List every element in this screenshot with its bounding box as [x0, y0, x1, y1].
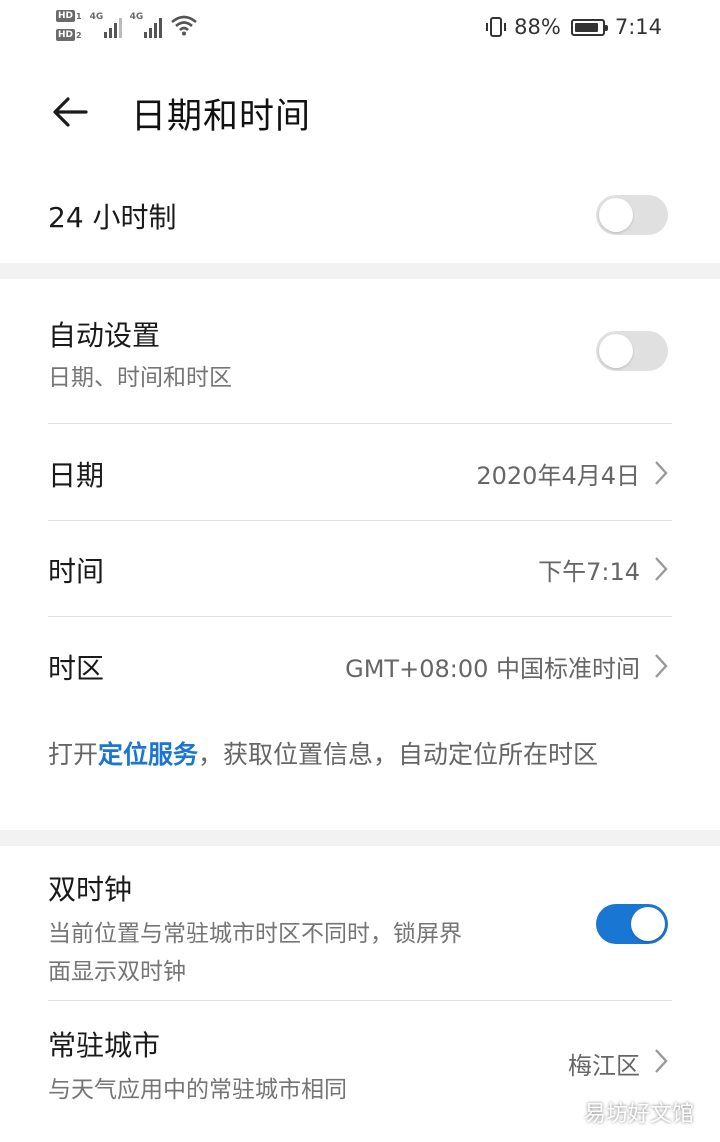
section-divider [0, 263, 720, 279]
watermark: 易坊好文馆 [583, 1102, 694, 1127]
home-city-label: 常驻城市 [48, 1029, 161, 1062]
app-header: 日期和时间 [0, 70, 720, 156]
signal-icon-sim2: 4G [130, 8, 162, 38]
home-city-subtitle: 与天气应用中的常驻城市相同 [48, 1077, 347, 1103]
sim1-hd-indicator: HD 1 [56, 10, 82, 22]
clock: 7:14 [614, 15, 662, 39]
hour24-label: 24 小时制 [48, 201, 177, 234]
chevron-right-icon [655, 654, 668, 678]
home-city-row[interactable]: 常驻城市 与天气应用中的常驻城市相同 梅江区 [48, 1022, 672, 1112]
chevron-right-icon [655, 1049, 668, 1073]
date-row[interactable]: 日期 2020年4月4日 [48, 450, 672, 496]
divider [48, 616, 672, 617]
wifi-icon [170, 15, 197, 36]
divider [48, 1000, 672, 1001]
vibrate-icon [486, 17, 507, 37]
sim2-hd-indicator: HD 2 [56, 29, 82, 41]
chevron-right-icon [655, 557, 668, 581]
date-label: 日期 [48, 459, 105, 492]
dual-clock-subtitle-line1: 当前位置与常驻城市时区不同时，锁屏界 [48, 921, 462, 947]
timezone-label: 时区 [48, 652, 105, 685]
timezone-value: GMT+08:00 中国标准时间 [345, 655, 640, 683]
divider [48, 423, 672, 424]
auto-setting-toggle[interactable] [596, 331, 668, 371]
dual-clock-label: 双时钟 [48, 873, 133, 906]
battery-icon [570, 18, 608, 36]
status-bar: HD 1 HD 2 4G 4G 88% 7:14 [0, 0, 720, 56]
time-row[interactable]: 时间 下午7:14 [48, 546, 672, 592]
home-city-value: 梅江区 [568, 1052, 640, 1080]
battery-percentage: 88% [514, 15, 561, 39]
time-value: 下午7:14 [538, 558, 640, 586]
location-service-hint: 打开定位服务，获取位置信息，自动定位所在时区 [48, 740, 599, 769]
auto-setting-label: 自动设置 [48, 319, 161, 352]
signal-icon-sim1: 4G [90, 8, 122, 38]
hour24-row[interactable]: 24 小时制 [48, 186, 672, 250]
auto-setting-row[interactable]: 自动设置 日期、时间和时区 [48, 310, 672, 400]
page-title: 日期和时间 [131, 97, 312, 137]
date-value: 2020年4月4日 [476, 462, 640, 490]
dual-clock-toggle[interactable] [596, 904, 668, 944]
hour24-toggle[interactable] [596, 195, 668, 235]
chevron-right-icon [655, 461, 668, 485]
time-label: 时间 [48, 555, 105, 588]
location-service-link[interactable]: 定位服务 [98, 740, 198, 769]
section-divider [0, 830, 720, 846]
divider [48, 520, 672, 521]
back-arrow-icon[interactable] [48, 90, 92, 134]
dual-clock-subtitle-line2: 面显示双时钟 [48, 959, 186, 985]
timezone-row[interactable]: 时区 GMT+08:00 中国标准时间 [48, 643, 672, 689]
auto-setting-subtitle: 日期、时间和时区 [48, 365, 232, 391]
dual-clock-row[interactable]: 双时钟 当前位置与常驻城市时区不同时，锁屏界 面显示双时钟 [48, 866, 672, 986]
